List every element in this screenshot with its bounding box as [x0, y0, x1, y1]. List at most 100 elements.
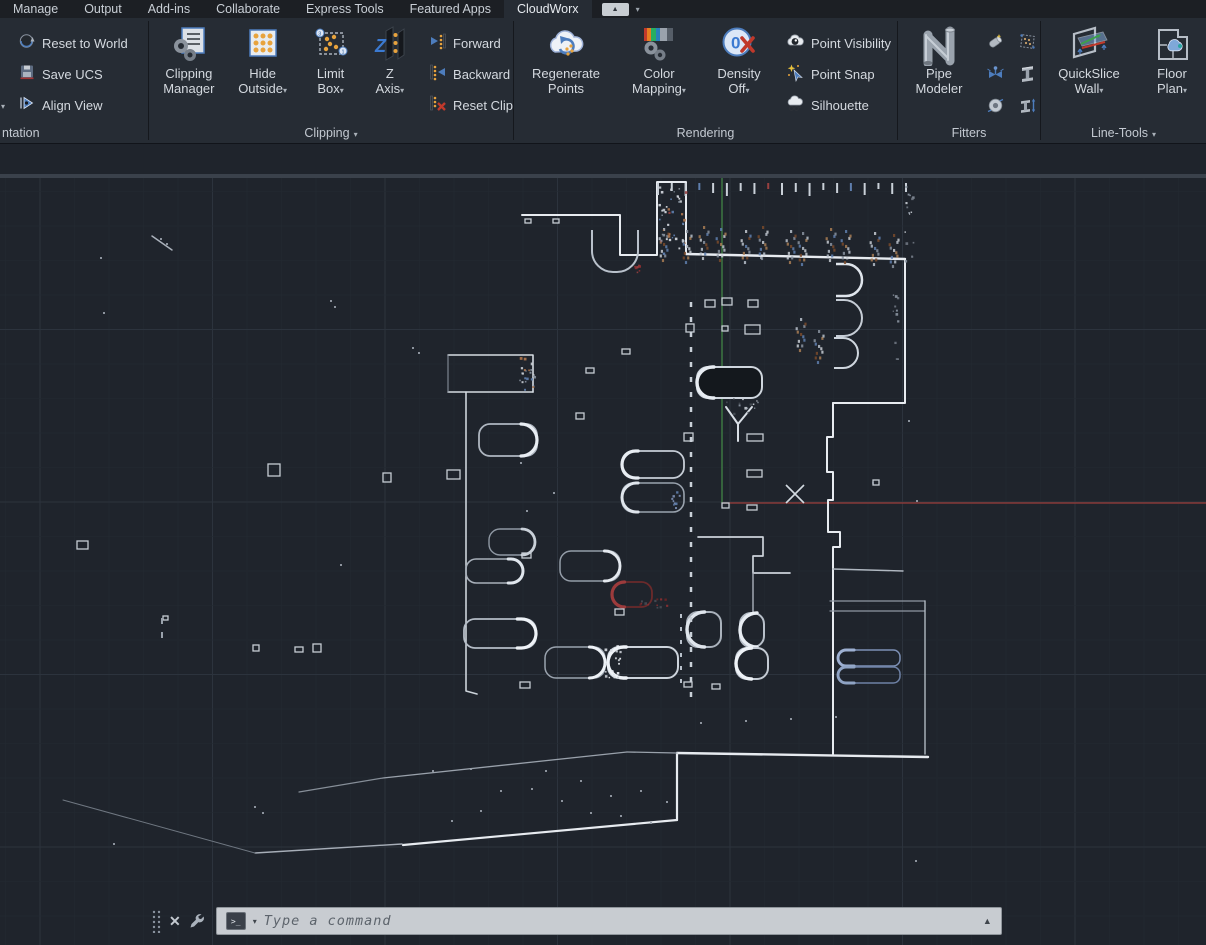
point-cloud-canvas[interactable] — [0, 144, 1206, 945]
line-tools-panel-caret-icon[interactable]: ▾ — [1152, 130, 1156, 139]
ribbon-collapse-button[interactable]: ▲ — [602, 3, 629, 16]
flange-fitter-button[interactable] — [982, 90, 1008, 120]
tab-featured-apps[interactable]: Featured Apps — [397, 0, 504, 18]
svg-text:Z: Z — [374, 36, 387, 56]
clipping-manager-label: ClippingManager — [163, 66, 214, 96]
color-mapping-icon — [638, 22, 680, 66]
align-view-label: Align View — [42, 98, 102, 113]
svg-text:1: 1 — [341, 49, 344, 55]
clipping-manager-icon — [169, 22, 209, 66]
density-off-button[interactable]: 0 DensityOff▾ — [708, 18, 770, 98]
reset-world-icon — [18, 32, 36, 55]
point-snap-icon — [786, 63, 805, 87]
limit-box-label: LimitBox▾ — [317, 66, 344, 98]
density-off-icon: 0 — [718, 22, 760, 66]
clipping-manager-button[interactable]: ClippingManager — [155, 18, 223, 96]
tab-add-ins[interactable]: Add-ins — [135, 0, 203, 18]
point-snap-label: Point Snap — [811, 67, 875, 82]
tab-cloudworx[interactable]: CloudWorx — [504, 0, 592, 18]
cylinder-fitter-button[interactable] — [982, 26, 1008, 56]
pipe-modeler-button[interactable]: PipeModeler — [904, 18, 974, 96]
panel-orientation: Reset to World Save UCS Align View ntati… — [0, 18, 148, 143]
regenerate-points-label: RegeneratePoints — [532, 66, 600, 96]
customize-wrench-icon[interactable] — [189, 912, 208, 931]
command-expand-icon[interactable]: ▲ — [983, 916, 992, 926]
quickslice-wall-dropdown-icon[interactable]: ▾ — [1099, 86, 1103, 95]
svg-text:0: 0 — [731, 34, 740, 53]
beam-resize-fitter-icon — [1018, 96, 1037, 115]
panel-fitters: PipeModeler Fitters — [898, 18, 1040, 143]
forward-button[interactable]: Forward — [425, 28, 513, 59]
panel-label-orientation: ntation — [0, 126, 148, 140]
pipe-modeler-label: PipeModeler — [916, 66, 963, 96]
drawing-viewport[interactable] — [0, 144, 1206, 945]
point-visibility-button[interactable]: Point Visibility — [782, 28, 891, 59]
hide-outside-dropdown-icon[interactable]: ▾ — [283, 86, 287, 95]
steel-beam-fitter-button[interactable] — [1014, 58, 1040, 88]
command-prompt-icon[interactable]: >_ — [226, 912, 246, 930]
regenerate-points-button[interactable]: RegeneratePoints — [522, 18, 610, 96]
tab-output[interactable]: Output — [71, 0, 135, 18]
command-input[interactable] — [264, 913, 976, 929]
command-history-caret-icon[interactable]: ▾ — [253, 917, 257, 926]
ribbon-tab-bar: Manage Output Add-ins Collaborate Expres… — [0, 0, 1206, 18]
reset-clip-button[interactable]: Reset Clip — [425, 90, 513, 121]
hide-outside-button[interactable]: HideOutside▾ — [231, 18, 295, 98]
color-mapping-dropdown-icon[interactable]: ▾ — [682, 86, 686, 95]
backward-label: Backward — [453, 67, 510, 82]
steel-beam-fitter-icon — [1018, 64, 1037, 83]
density-off-dropdown-icon[interactable]: ▾ — [746, 86, 750, 95]
panel-label-fitters: Fitters — [898, 126, 1040, 140]
silhouette-label: Silhouette — [811, 98, 869, 113]
ribbon-collapse-caret-icon[interactable]: ▾ — [636, 5, 640, 14]
hide-outside-label: HideOutside▾ — [238, 66, 287, 98]
tab-express-tools[interactable]: Express Tools — [293, 0, 397, 18]
dock-drag-handle[interactable] — [151, 909, 161, 933]
command-line-dock: ✕ >_ ▾ ▲ — [151, 904, 1002, 938]
z-axis-button[interactable]: Z ZAxis▾ — [367, 18, 413, 98]
quickslice-wall-button[interactable]: QuickSliceWall▾ — [1049, 18, 1129, 98]
color-mapping-button[interactable]: ColorMapping▾ — [620, 18, 698, 98]
panel-label-line-tools[interactable]: Line-Tools▾ — [1041, 126, 1206, 140]
align-view-icon — [18, 94, 36, 117]
beam-resize-fitter-button[interactable] — [1014, 90, 1040, 120]
tab-collaborate[interactable]: Collaborate — [203, 0, 293, 18]
reset-to-world-label: Reset to World — [42, 36, 128, 51]
floor-plan-dropdown-icon[interactable]: ▾ — [1183, 86, 1187, 95]
density-off-label: DensityOff▾ — [717, 66, 760, 98]
forward-label: Forward — [453, 36, 501, 51]
tab-manage[interactable]: Manage — [0, 0, 71, 18]
panel-clipping: ClippingManager HideOutside▾ 31 LimitBox… — [149, 18, 513, 143]
flange-fitter-icon — [986, 96, 1005, 115]
clipping-panel-caret-icon[interactable]: ▾ — [354, 130, 358, 139]
close-command-line-icon[interactable]: ✕ — [169, 913, 181, 930]
save-ucs-label: Save UCS — [42, 67, 103, 82]
point-snap-button[interactable]: Point Snap — [782, 59, 891, 90]
panel-line-tools: QuickSliceWall▾ FloorPlan▾ Line-Tools▾ — [1041, 18, 1206, 143]
cylinder-fitter-icon — [986, 32, 1005, 51]
autocad-cloudworx-window: Manage Output Add-ins Collaborate Expres… — [0, 0, 1206, 945]
z-axis-label: ZAxis▾ — [376, 66, 405, 98]
forward-icon — [429, 32, 447, 55]
silhouette-button[interactable]: Silhouette — [782, 90, 891, 121]
floor-plan-button[interactable]: FloorPlan▾ — [1143, 18, 1201, 98]
regenerate-points-icon — [545, 22, 587, 66]
z-axis-icon: Z — [371, 22, 409, 66]
panel-rendering: RegeneratePoints ColorMapping▾ 0 Density… — [514, 18, 897, 143]
reset-clip-icon — [429, 94, 447, 117]
panel-label-clipping[interactable]: Clipping▾ — [149, 126, 513, 140]
limit-box-dropdown-icon[interactable]: ▾ — [340, 86, 344, 95]
save-ucs-button[interactable]: Save UCS — [14, 59, 148, 90]
align-view-button[interactable]: Align View — [14, 90, 148, 121]
backward-button[interactable]: Backward — [425, 59, 513, 90]
panel-label-rendering: Rendering — [514, 126, 897, 140]
valve-fitter-button[interactable] — [982, 58, 1008, 88]
limit-box-button[interactable]: 31 LimitBox▾ — [303, 18, 359, 98]
reset-to-world-button[interactable]: Reset to World — [14, 28, 148, 59]
backward-icon — [429, 63, 447, 86]
z-axis-dropdown-icon[interactable]: ▾ — [400, 86, 404, 95]
pipe-modeler-icon — [917, 22, 961, 66]
command-input-bar[interactable]: >_ ▾ ▲ — [216, 907, 1002, 935]
quickslice-wall-icon — [1068, 22, 1110, 66]
patch-fitter-button[interactable] — [1014, 26, 1040, 56]
